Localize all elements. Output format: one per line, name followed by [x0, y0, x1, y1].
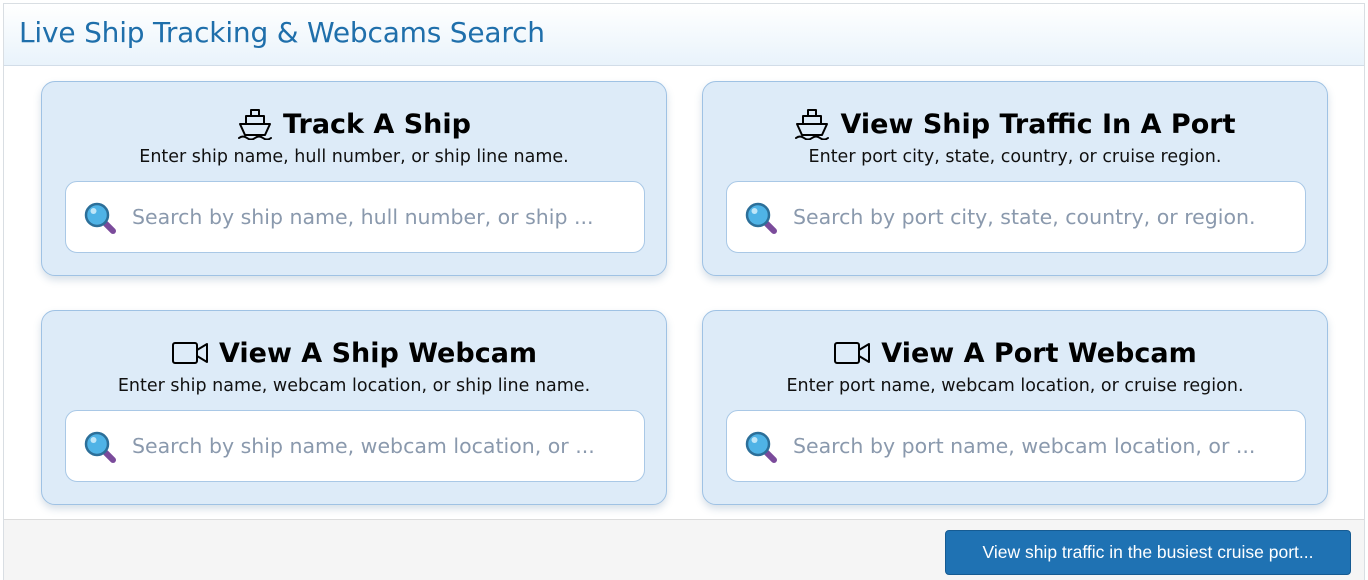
- search-panel: Live Ship Tracking & Webcams Search Trac…: [3, 3, 1365, 580]
- card-title: View Ship Traffic In A Port: [840, 108, 1236, 140]
- ship-search-box[interactable]: [65, 181, 645, 253]
- card-subtitle: Enter port city, state, country, or crui…: [808, 147, 1222, 167]
- magnifier-icon: [84, 431, 118, 469]
- panel-footer: View ship traffic in the busiest cruise …: [4, 519, 1364, 580]
- ship-search-input[interactable]: [132, 182, 632, 252]
- track-ship-card: Track A Ship Enter ship name, hull numbe…: [41, 81, 667, 276]
- port-search-input[interactable]: [793, 182, 1293, 252]
- busiest-port-traffic-button[interactable]: View ship traffic in the busiest cruise …: [945, 530, 1351, 575]
- ship-icon: [794, 108, 830, 140]
- ship-icon: [237, 108, 273, 140]
- card-title: View A Port Webcam: [881, 337, 1197, 369]
- ship-webcam-card: View A Ship Webcam Enter ship name, webc…: [41, 310, 667, 505]
- port-webcam-search-input[interactable]: [793, 411, 1293, 481]
- panel-header: Live Ship Tracking & Webcams Search: [4, 4, 1364, 66]
- card-subtitle: Enter ship name, hull number, or ship li…: [139, 147, 569, 167]
- card-subtitle: Enter port name, webcam location, or cru…: [786, 376, 1244, 396]
- card-title: Track A Ship: [283, 108, 471, 140]
- magnifier-icon: [84, 202, 118, 240]
- ship-webcam-search-box[interactable]: [65, 410, 645, 482]
- page-title: Live Ship Tracking & Webcams Search: [19, 16, 545, 49]
- video-camera-icon: [171, 340, 209, 366]
- port-traffic-card: View Ship Traffic In A Port Enter port c…: [702, 81, 1328, 276]
- ship-webcam-search-input[interactable]: [132, 411, 632, 481]
- port-webcam-card: View A Port Webcam Enter port name, webc…: [702, 310, 1328, 505]
- magnifier-icon: [745, 431, 779, 469]
- card-subtitle: Enter ship name, webcam location, or shi…: [117, 376, 591, 396]
- port-search-box[interactable]: [726, 181, 1306, 253]
- port-webcam-search-box[interactable]: [726, 410, 1306, 482]
- magnifier-icon: [745, 202, 779, 240]
- card-title: View A Ship Webcam: [218, 337, 538, 369]
- video-camera-icon: [833, 340, 871, 366]
